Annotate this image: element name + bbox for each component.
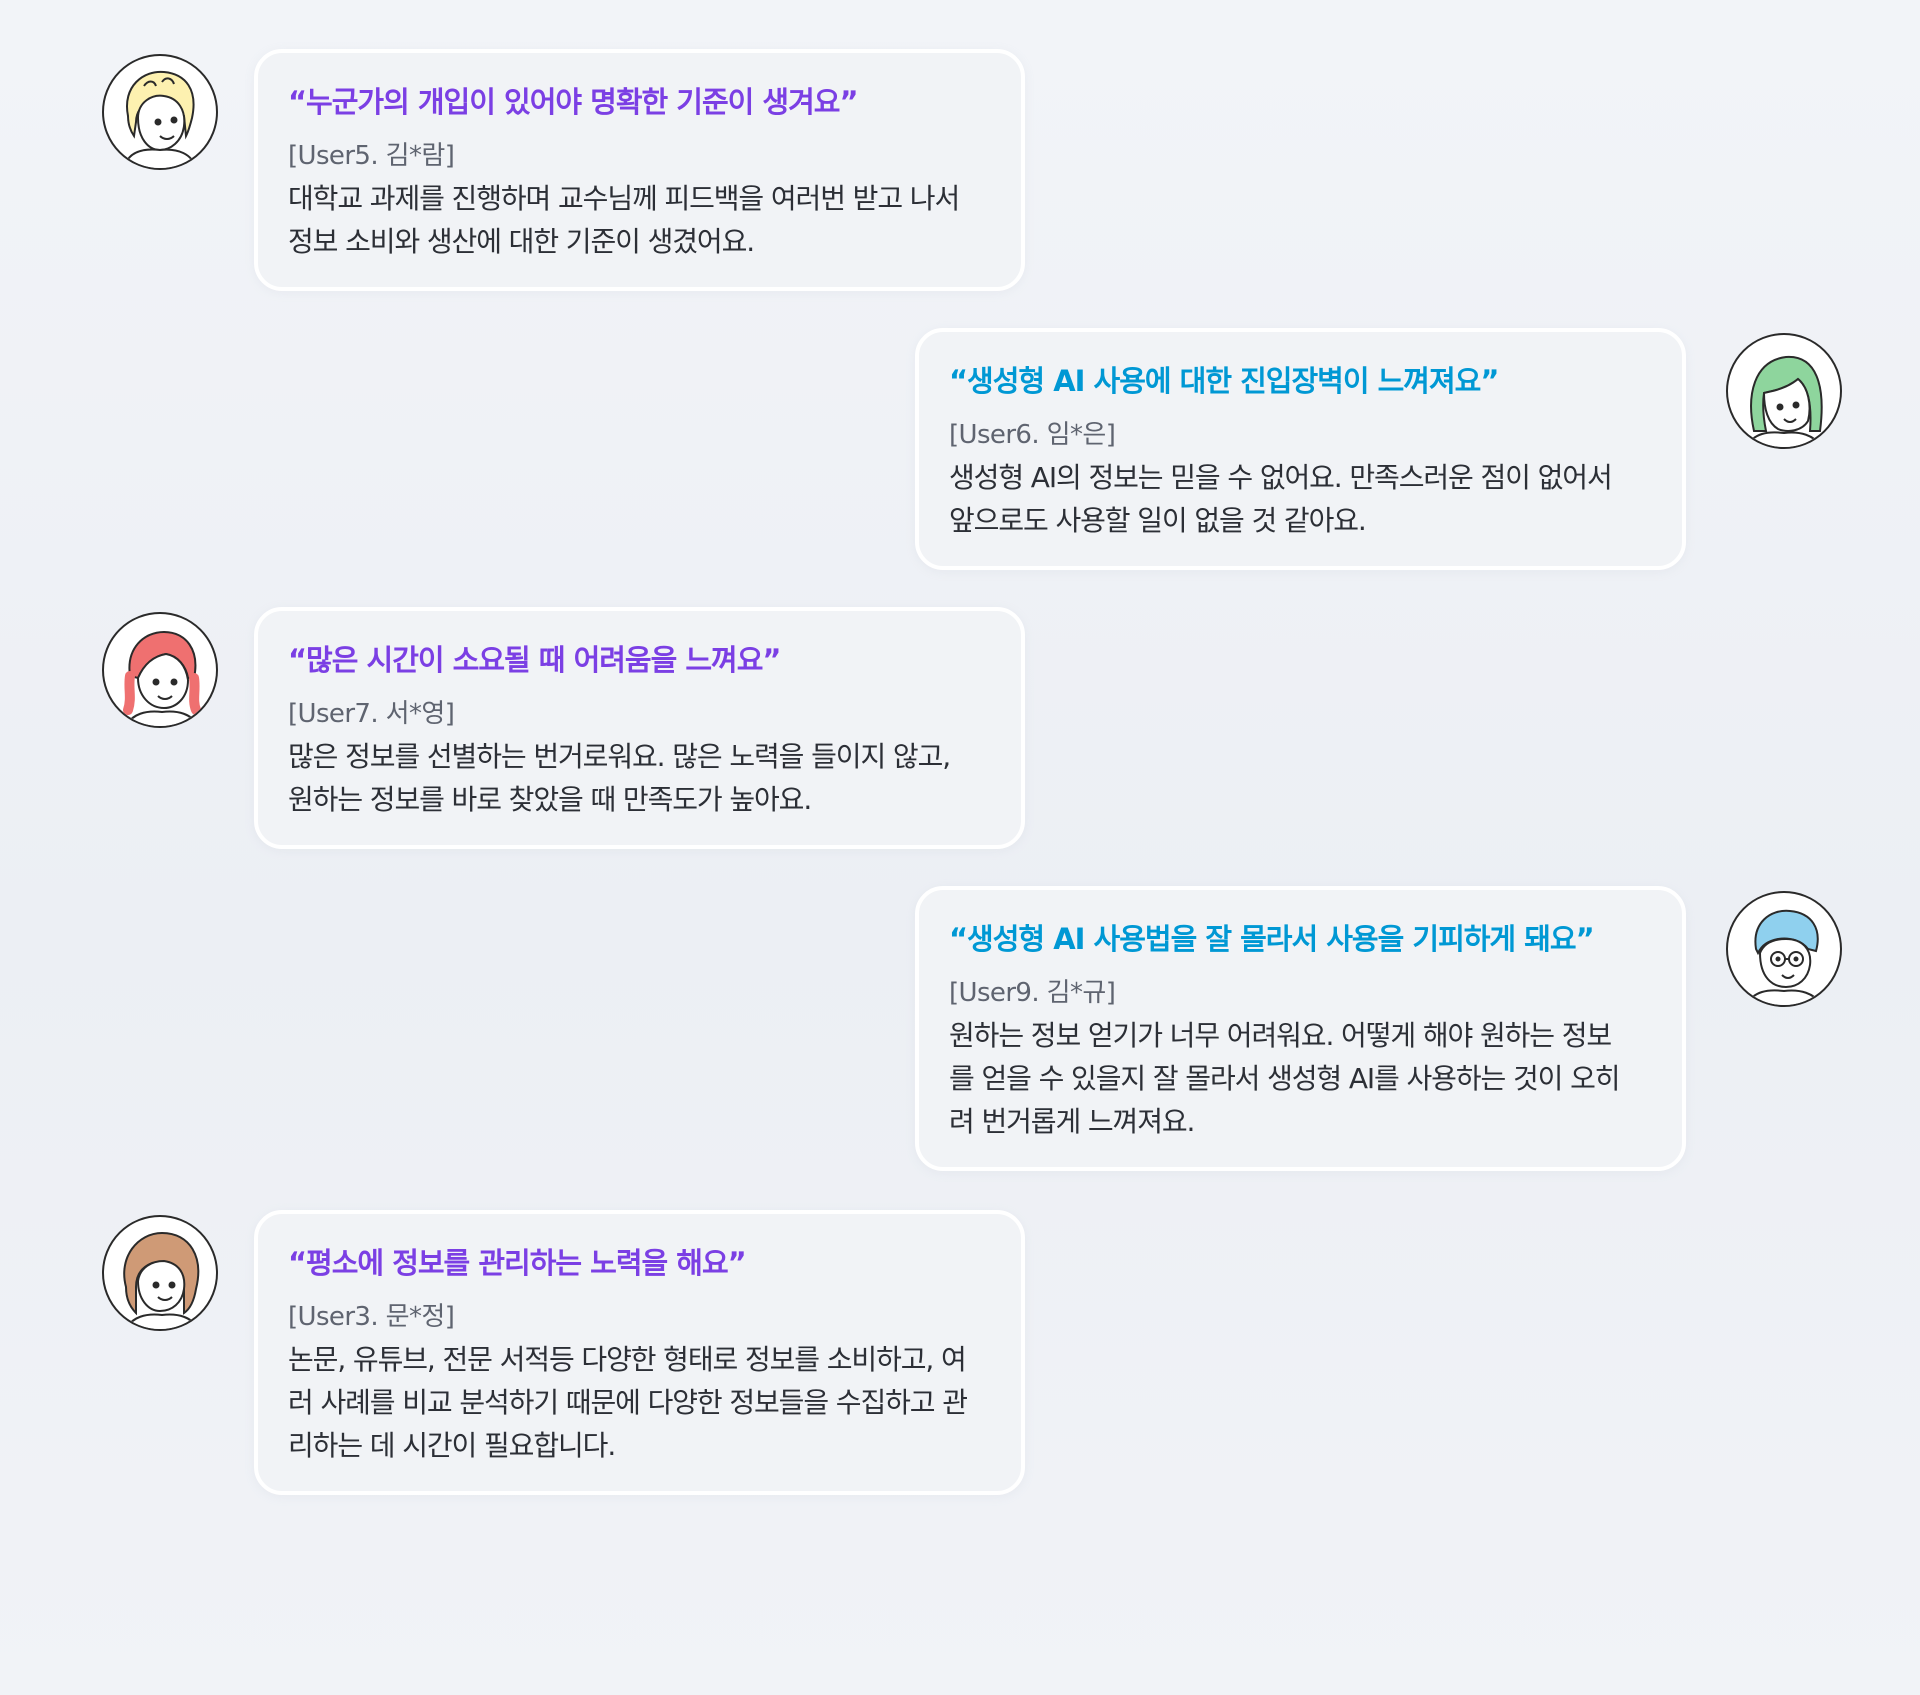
testimonial-user: [User9. 김*규]	[949, 978, 1116, 1008]
testimonial-card-user9: “생성형 AI 사용법을 잘 몰라서 사용을 기피하게 돼요” [User9. …	[915, 886, 1686, 1171]
testimonial-body-line: 대학교 과제를 진행하며 교수님께 피드백을 여러번 받고 나서	[288, 182, 960, 215]
testimonial-card-user6: “생성형 AI 사용에 대한 진입장벽이 느껴져요” [User6. 임*은] …	[915, 328, 1686, 570]
testimonial-body-line: 러 사례를 비교 분석하기 때문에 다양한 정보들을 수집하고 관	[288, 1386, 968, 1419]
testimonial-headline: “생성형 AI 사용법을 잘 몰라서 사용을 기피하게 돼요”	[949, 922, 1595, 956]
testimonial-body: 논문, 유튜브, 전문 서적등 다양한 형태로 정보를 소비하고, 여 러 사례…	[288, 1338, 991, 1467]
testimonial-user: [User6. 임*은]	[949, 420, 1116, 450]
testimonial-body-line: 원하는 정보를 바로 찾았을 때 만족도가 높아요.	[288, 783, 812, 816]
testimonial-card-user5: “누군가의 개입이 있어야 명확한 기준이 생겨요” [User5. 김*람] …	[254, 49, 1025, 291]
testimonial-body-line: 려 번거롭게 느껴져요.	[949, 1105, 1195, 1138]
testimonial-headline: “평소에 정보를 관리하는 노력을 해요”	[288, 1246, 747, 1280]
testimonial-card-user3: “평소에 정보를 관리하는 노력을 해요” [User3. 문*정] 논문, 유…	[254, 1210, 1025, 1495]
avatar-brown-curly-hair-icon	[102, 1215, 218, 1331]
testimonial-body-line: 리하는 데 시간이 필요합니다.	[288, 1429, 616, 1462]
testimonial-body: 생성형 AI의 정보는 믿을 수 없어요. 만족스러운 점이 없어서 앞으로도 …	[949, 456, 1652, 542]
testimonial-card-user7: “많은 시간이 소요될 때 어려움을 느껴요” [User7. 서*영] 많은 …	[254, 607, 1025, 849]
avatar-yellow-hair-icon	[102, 54, 218, 170]
testimonial-body-line: 논문, 유튜브, 전문 서적등 다양한 형태로 정보를 소비하고, 여	[288, 1343, 967, 1376]
testimonial-headline: “생성형 AI 사용에 대한 진입장벽이 느껴져요”	[949, 364, 1499, 398]
testimonial-headline: “많은 시간이 소요될 때 어려움을 느껴요”	[288, 643, 781, 677]
testimonial-body-line: 원하는 정보 얻기가 너무 어려워요. 어떻게 해야 원하는 정보	[949, 1019, 1612, 1052]
testimonial-body: 많은 정보를 선별하는 번거로워요. 많은 노력을 들이지 않고, 원하는 정보…	[288, 735, 991, 821]
testimonial-body-line: 앞으로도 사용할 일이 없을 것 같아요.	[949, 504, 1367, 537]
testimonial-user: [User7. 서*영]	[288, 699, 455, 729]
avatar-red-braids-icon	[102, 612, 218, 728]
testimonial-body-line: 많은 정보를 선별하는 번거로워요. 많은 노력을 들이지 않고,	[288, 740, 951, 773]
testimonial-user: [User3. 문*정]	[288, 1302, 455, 1332]
testimonial-user: [User5. 김*람]	[288, 141, 455, 171]
testimonial-body-line: 정보 소비와 생산에 대한 기준이 생겼어요.	[288, 225, 755, 258]
avatar-blue-hair-glasses-icon	[1726, 891, 1842, 1007]
testimonial-headline: “누군가의 개입이 있어야 명확한 기준이 생겨요”	[288, 85, 859, 119]
testimonial-body-line: 를 얻을 수 있을지 잘 몰라서 생성형 AI를 사용하는 것이 오히	[949, 1062, 1621, 1095]
testimonial-body: 대학교 과제를 진행하며 교수님께 피드백을 여러번 받고 나서 정보 소비와 …	[288, 177, 991, 263]
testimonial-body-line: 생성형 AI의 정보는 믿을 수 없어요. 만족스러운 점이 없어서	[949, 461, 1613, 494]
avatar-green-hair-icon	[1726, 333, 1842, 449]
testimonial-body: 원하는 정보 얻기가 너무 어려워요. 어떻게 해야 원하는 정보 를 얻을 수…	[949, 1014, 1652, 1143]
